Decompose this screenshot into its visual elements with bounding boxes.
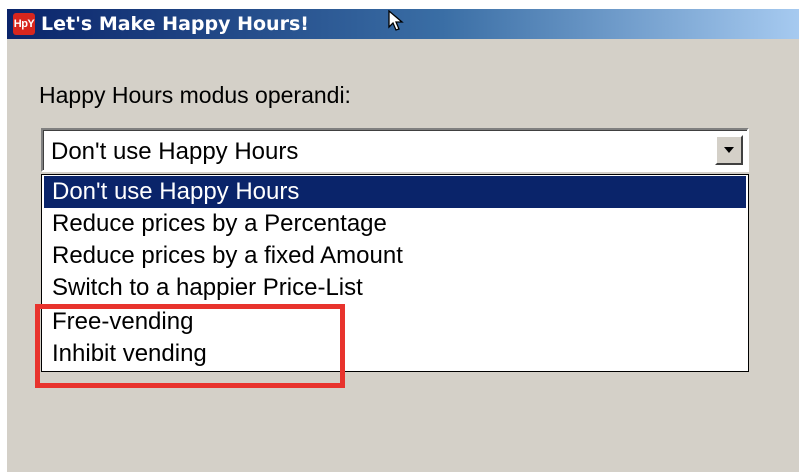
app-icon: HpY [13,13,35,35]
dropdown-option[interactable]: Reduce prices by a Percentage [44,208,746,240]
modus-operandi-label: Happy Hours modus operandi: [39,82,351,108]
dropdown-button[interactable] [715,135,743,165]
chevron-down-icon [724,147,734,153]
window-title: Let's Make Happy Hours! [41,13,309,35]
mouse-cursor-icon [388,10,404,31]
dropdown-option[interactable]: Switch to a happier Price-List [44,272,746,304]
red-annotation-box [35,304,345,388]
dropdown-option[interactable]: Don't use Happy Hours [44,176,746,208]
modus-operandi-combobox[interactable]: Don't use Happy Hours [41,128,749,172]
window-top-strip [7,0,799,9]
dialog-window: HpY Let's Make Happy Hours! Happy Hours … [7,0,799,472]
dropdown-option[interactable]: Reduce prices by a fixed Amount [44,240,746,272]
combo-selected-value: Don't use Happy Hours [51,138,299,165]
